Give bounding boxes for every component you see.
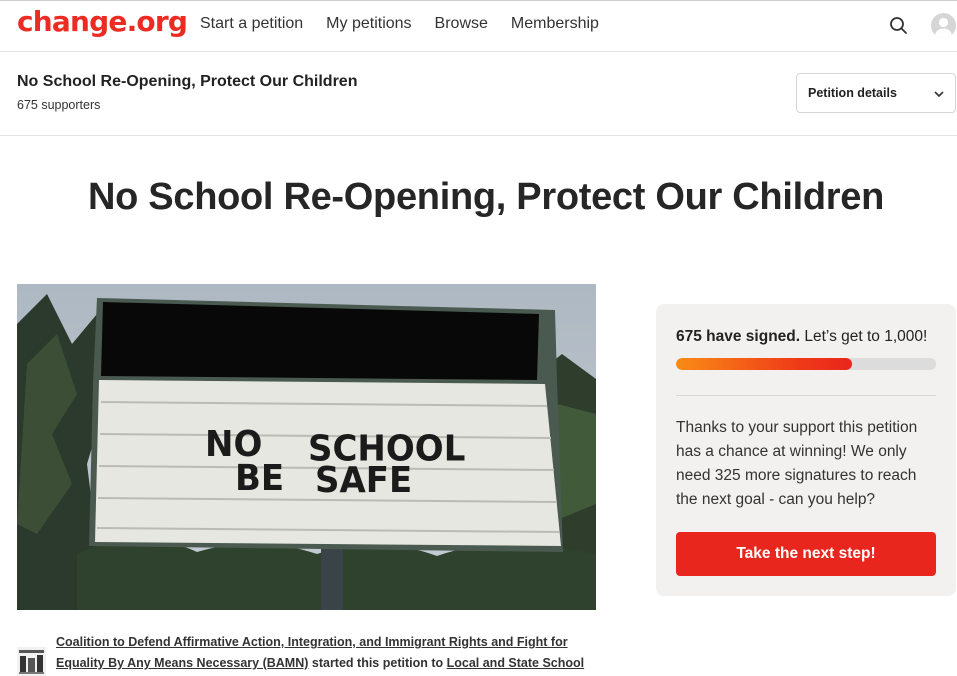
top-navigation: change.org Start a petition My petitions… [0, 0, 957, 52]
search-icon[interactable] [888, 15, 910, 37]
signature-progress-fill [676, 358, 852, 370]
petition-details-dropdown[interactable]: Petition details [796, 73, 956, 113]
petition-subheader: No School Re-Opening, Protect Our Childr… [0, 52, 957, 136]
nav-membership[interactable]: Membership [511, 15, 599, 33]
nav-start-petition[interactable]: Start a petition [200, 15, 303, 33]
petition-hero-image: NO SCHOOL BE SAFE [17, 284, 596, 610]
take-next-step-button[interactable]: Take the next step! [676, 532, 936, 576]
signed-count: 675 have signed. [676, 328, 801, 345]
avatar-icon[interactable] [931, 13, 956, 38]
petition-starter-line: Coalition to Defend Affirmative Action, … [56, 632, 616, 674]
petition-title: No School Re-Opening, Protect Our Childr… [88, 176, 884, 218]
sign-text-be: BE [235, 458, 284, 499]
petition-details-label: Petition details [808, 86, 897, 100]
panel-divider [676, 395, 936, 396]
nav-browse[interactable]: Browse [435, 15, 488, 33]
organization-avatar[interactable] [17, 647, 46, 676]
support-message: Thanks to your support this petition has… [676, 419, 918, 508]
change-org-logo[interactable]: change.org [17, 5, 188, 39]
sign-text-safe: SAFE [315, 460, 412, 501]
nav-my-petitions[interactable]: My petitions [326, 15, 411, 33]
main-nav: Start a petition My petitions Browse Mem… [200, 15, 599, 33]
petition-subheader-title: No School Re-Opening, Protect Our Childr… [17, 73, 358, 90]
signature-goal-text: 675 have signed. Let’s get to 1,000! [676, 328, 927, 346]
goal-text: Let’s get to 1,000! [800, 328, 928, 345]
signature-panel: 675 have signed. Let’s get to 1,000! Tha… [656, 304, 956, 596]
starter-connector-text: started this petition to [308, 656, 447, 670]
chevron-down-icon [934, 91, 944, 98]
signature-progress-bar [676, 358, 936, 370]
petition-target-link[interactable]: Local and State School [447, 656, 585, 670]
supporters-count: 675 supporters [17, 98, 101, 112]
